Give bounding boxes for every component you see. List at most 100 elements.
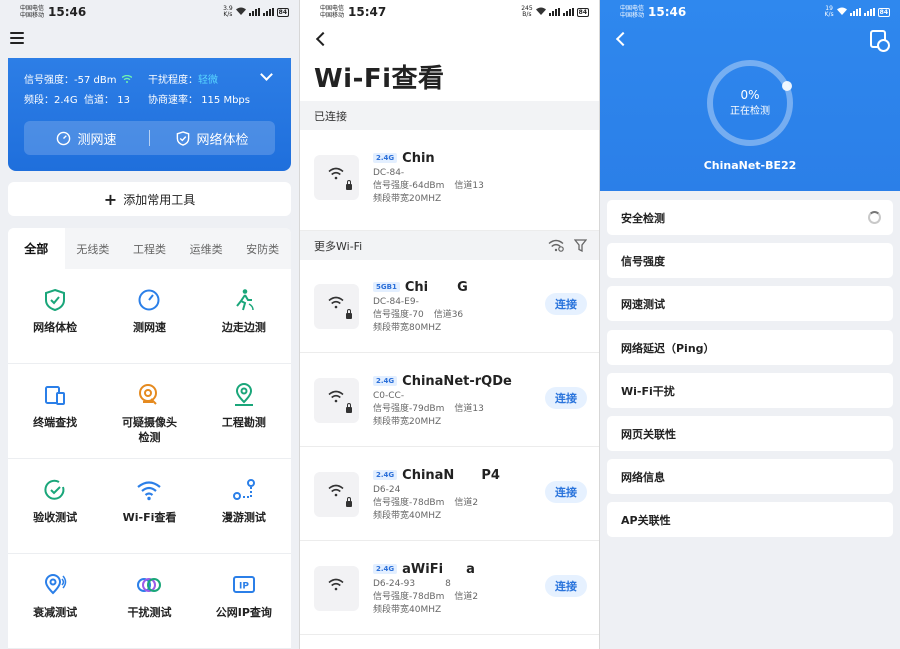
tool-walk-test[interactable]: 边走边测	[196, 269, 291, 364]
tool-camera-detect[interactable]: 可疑摄像头 检测	[102, 364, 197, 459]
rate-value: 115 Mbps	[201, 94, 250, 106]
signal-bars-icon-2	[863, 8, 875, 16]
camera-detect-icon	[139, 384, 158, 405]
network-check-screen: 中国电信 中国移动 15:46 19 K/s 84 0% 正在检测 ChinaNet…	[600, 0, 900, 649]
check-item-speed[interactable]: 网速测试	[607, 286, 893, 321]
band-badge: 2.4G	[373, 376, 398, 386]
check-item-security[interactable]: 安全检测	[607, 200, 893, 235]
check-item-ap[interactable]: AP关联性	[607, 502, 893, 537]
back-arrow-icon[interactable]	[315, 31, 331, 47]
tool-attenuation-test[interactable]: 衰减测试	[8, 554, 103, 649]
speed-test-button[interactable]: 测网速	[24, 129, 149, 148]
lock-icon	[346, 180, 352, 190]
signal-bars-icon-2	[262, 8, 274, 16]
wifi-row[interactable]: 2.4G aWiFi a D6-24-93 8 信号强度-78dBm 信道2 频段带宽4…	[300, 542, 599, 635]
check-item-interference[interactable]: Wi-Fi干扰	[607, 373, 893, 408]
signal-bars-icon	[548, 8, 560, 16]
wifi-status-icon	[235, 7, 246, 17]
wifi-settings-icon[interactable]	[548, 239, 564, 252]
wifi-signal-icon	[314, 378, 359, 423]
signal-bars-icon-2	[562, 8, 574, 16]
tool-acceptance-test[interactable]: 验收测试	[8, 459, 103, 554]
check-item-web[interactable]: 网页关联性	[607, 416, 893, 451]
bandwidth: 频段带宽20MHZ	[373, 194, 442, 204]
speedometer-icon	[138, 289, 160, 311]
tab-engineering[interactable]: 工程类	[121, 228, 178, 269]
check-item-label: 网络延迟（Ping）	[621, 341, 715, 355]
tab-wireless[interactable]: 无线类	[65, 228, 122, 269]
tool-device-finder[interactable]: 终端查找	[8, 364, 103, 459]
network-check-button[interactable]: 网络体检	[150, 129, 275, 148]
signal-strength: 信号强度-79dBm	[373, 404, 445, 414]
wifi-row[interactable]: 2.4G ChinaNet-rQDe C0-CC- 信号强度-79dBm 信道13 …	[300, 354, 599, 447]
signal-strength: 信号强度-70	[373, 310, 424, 320]
tool-interference-test[interactable]: 干扰测试	[102, 554, 197, 649]
connect-button[interactable]: 连接	[545, 575, 587, 597]
tool-label: 验收测试	[33, 511, 78, 524]
connect-button[interactable]: 连接	[545, 293, 587, 315]
check-item-label: 网络信息	[621, 470, 665, 484]
clock: 15:46	[48, 5, 87, 19]
quick-actions: 测网速 网络体检	[24, 121, 275, 155]
signal-strength: 信号强度-64dBm	[373, 181, 445, 191]
wifi-icon	[137, 481, 162, 501]
menu-icon[interactable]	[10, 32, 24, 44]
device-search-icon	[45, 386, 66, 405]
progress-text: 0% 正在检测	[705, 88, 795, 117]
check-item-label: 网速测试	[621, 297, 665, 311]
check-header: 中国电信 中国移动 15:46 19 K/s 84 0% 正在检测 ChinaNet…	[600, 0, 900, 191]
connect-button[interactable]: 连接	[545, 481, 587, 503]
mac-address: D6-24-93	[373, 579, 416, 589]
connect-button[interactable]: 连接	[545, 387, 587, 409]
channel: 信道2	[454, 498, 479, 508]
add-tools-button[interactable]: + 添加常用工具	[8, 182, 291, 216]
plus-icon: +	[103, 189, 118, 209]
check-item-label: 信号强度	[621, 254, 665, 268]
attenuation-pin-icon	[45, 574, 67, 595]
svg-text:IP: IP	[239, 582, 249, 592]
connected-wifi-row[interactable]: 2.4G Chin DC-84- 信号强度-64dBm 信道13 频段带宽20MHZ	[300, 131, 599, 231]
filter-icon[interactable]	[574, 239, 587, 252]
wifi-row[interactable]: 5GB1 Chi G DC-84-E9- 信号强度-70 信道36 频段带宽80MHZ…	[300, 260, 599, 353]
page-title: Wi-Fi查看	[314, 64, 445, 94]
band-badge: 2.4G	[373, 564, 398, 574]
wifi-small-icon	[121, 74, 133, 83]
wifi-signal-icon	[314, 284, 359, 329]
tool-roaming-test[interactable]: 漫游测试	[196, 459, 291, 554]
tool-public-ip[interactable]: IP 公网IP查询	[196, 554, 291, 649]
check-item-netinfo[interactable]: 网络信息	[607, 459, 893, 494]
signal-value: -57 dBm	[74, 74, 117, 86]
interference-value: 轻微	[198, 74, 218, 86]
tool-speed-test[interactable]: 测网速	[102, 269, 197, 364]
ssid-tail: a	[466, 561, 475, 577]
channel: 信道13	[454, 181, 484, 191]
tool-network-check[interactable]: 网络体检	[8, 269, 103, 364]
carrier-2: 中国移动	[620, 12, 645, 19]
channel-value: 13	[117, 94, 130, 106]
back-arrow-icon[interactable]	[615, 31, 631, 47]
tab-ops[interactable]: 运维类	[178, 228, 235, 269]
tool-site-survey[interactable]: 工程勘测	[196, 364, 291, 459]
channel: 信道36	[433, 310, 464, 320]
more-wifi-label: 更多Wi-Fi	[314, 239, 363, 253]
bandwidth: 频段带宽80MHZ	[373, 323, 442, 333]
tab-security[interactable]: 安防类	[234, 228, 291, 269]
net-speed-unit: K/s	[824, 11, 834, 18]
check-item-signal[interactable]: 信号强度	[607, 243, 893, 278]
tool-label: 漫游测试	[221, 511, 266, 524]
progress-percent: 0%	[740, 88, 760, 102]
check-item-ping[interactable]: 网络延迟（Ping）	[607, 330, 893, 365]
add-tools-label: 添加常用工具	[123, 192, 196, 207]
wifi-row[interactable]: 2.4G ChinaN P4 D6-24 信号强度-78dBm 信道2 频段带宽40M…	[300, 448, 599, 541]
wifi-signal-icon	[314, 472, 359, 517]
tool-wifi-view[interactable]: Wi-Fi查看	[102, 459, 197, 554]
wifi-signal-icon	[314, 155, 359, 200]
wifi-summary-card: 信号强度：-57 dBm 干扰程度：轻微 频段：2.4G 信道： 13 协商速率…	[8, 58, 291, 171]
wifi-view-screen: 中国电信 中国移动 15:47 245 B/s 84 Wi-Fi查看 已连接 2.4…	[300, 0, 599, 649]
channel: 信道13	[454, 404, 484, 414]
tool-label: 公网IP查询	[215, 606, 272, 619]
report-history-icon[interactable]	[870, 30, 890, 52]
band-label: 频段：2.4G	[24, 94, 78, 106]
tab-all[interactable]: 全部	[8, 228, 65, 269]
net-speed-unit: B/s	[522, 11, 532, 18]
